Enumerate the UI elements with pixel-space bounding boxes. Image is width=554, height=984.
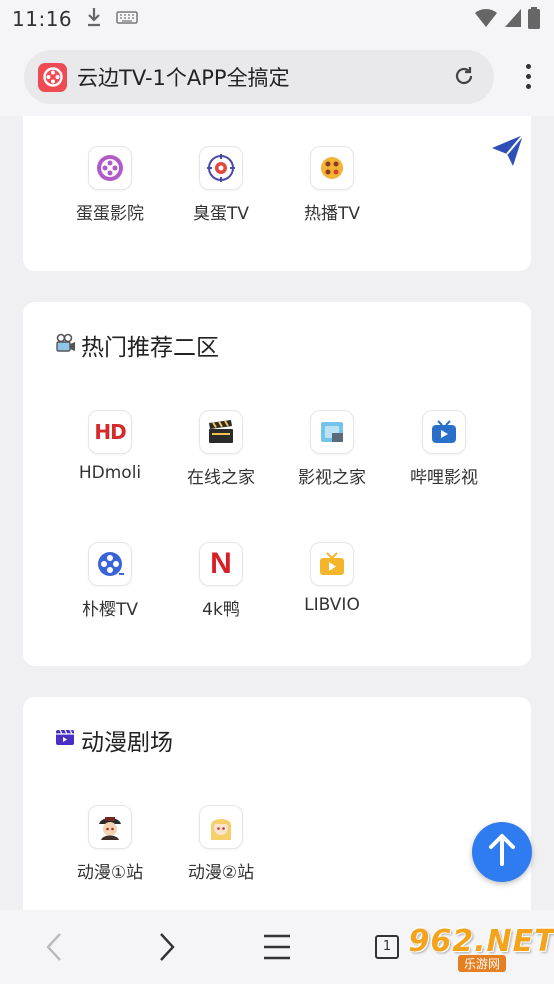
site-logo-icon [38,62,67,92]
blue-reel-icon [88,542,132,586]
yellow-tv-icon [310,542,354,586]
app-tile-zaixian[interactable]: 在线之家 [166,410,276,488]
arrow-up-icon [486,833,518,871]
card-section-3: 动漫剧场 动漫①站 动漫②站 [23,697,531,910]
download-icon [86,7,102,32]
app-label: 热播TV [303,204,360,224]
forward-arrow-icon[interactable] [155,930,179,968]
app-tile-dandan[interactable]: 蛋蛋影院 [55,146,165,224]
browser-toolbar: 云边TV-1个APP全搞定 [0,38,554,116]
scroll-top-button[interactable] [472,822,532,882]
app-tile-libvio[interactable]: LIBVIO [277,542,387,615]
app-label: 朴樱TV [81,600,138,620]
watermark-subtext: 乐游网 [457,955,506,972]
app-tile-puying[interactable]: 朴樱TV [55,542,165,620]
clapper-icon [55,727,75,753]
battery-icon [528,7,540,33]
send-icon[interactable] [489,132,525,172]
app-label: 4k鸭 [202,600,240,620]
app-tile-anime-2[interactable]: 动漫②站 [166,805,276,883]
keyboard-icon [116,9,138,29]
app-tile-4kya[interactable]: N 4k鸭 [166,542,276,620]
app-label: 动漫①站 [76,863,144,883]
app-label: HDmoli [78,463,142,483]
app-tile-hdmoli[interactable]: HD HDmoli [55,410,165,483]
app-label: 臭蛋TV [192,204,249,224]
app-tile-anime-1[interactable]: 动漫①站 [55,805,165,883]
app-tile-yingshi[interactable]: 影视之家 [277,410,387,488]
card-section-1: 蛋蛋影院 臭蛋TV 热播TV [23,116,531,271]
wifi-icon [474,7,498,33]
section-title: 热门推荐二区 [56,328,219,362]
status-time: 11:16 [12,7,73,31]
address-bar[interactable]: 云边TV-1个APP全搞定 [24,50,494,104]
app-tile-rebo[interactable]: 热播TV [277,146,387,224]
app-tile-bili[interactable]: 哔哩影视 [389,410,499,488]
video-camera-icon [55,332,77,360]
back-arrow-icon[interactable] [42,930,66,968]
card-section-2: 热门推荐二区 HD HDmoli 在线之家 影视之家 哔哩影视 朴樱TV N 4… [23,302,531,666]
page-title: 云边TV-1个APP全搞定 [77,66,290,90]
film-frame-icon [310,410,354,454]
section-title: 动漫剧场 [56,723,173,757]
section-title-text: 热门推荐二区 [81,335,219,361]
netflix-n-icon: N [199,542,243,586]
section-title-text: 动漫剧场 [81,730,173,756]
status-bar: 11:16 [0,0,554,38]
popcorn-reel-icon [310,146,354,190]
app-label: LIBVIO [304,595,360,615]
anime-girl-icon [199,805,243,849]
app-label: 在线之家 [187,468,255,488]
app-label: 蛋蛋影院 [76,204,144,224]
target-reel-icon [199,146,243,190]
app-label: 动漫②站 [187,863,255,883]
tv-play-icon [422,410,466,454]
watermark-logo: 962.NET 乐游网 [408,916,554,980]
app-tile-choudan[interactable]: 臭蛋TV [166,146,276,224]
hamburger-menu-icon[interactable] [263,934,291,964]
reload-icon[interactable] [452,64,476,92]
clapperboard-icon [199,410,243,454]
app-label: 影视之家 [298,468,366,488]
app-label: 哔哩影视 [410,468,478,488]
signal-icon [504,8,522,32]
watermark-text: 962.NET [408,924,554,959]
more-menu-icon[interactable] [526,64,532,89]
anime-character-icon [88,805,132,849]
hd-icon: HD [88,410,132,454]
film-reel-icon [88,146,132,190]
tab-switcher-button[interactable]: 1 [375,935,399,959]
